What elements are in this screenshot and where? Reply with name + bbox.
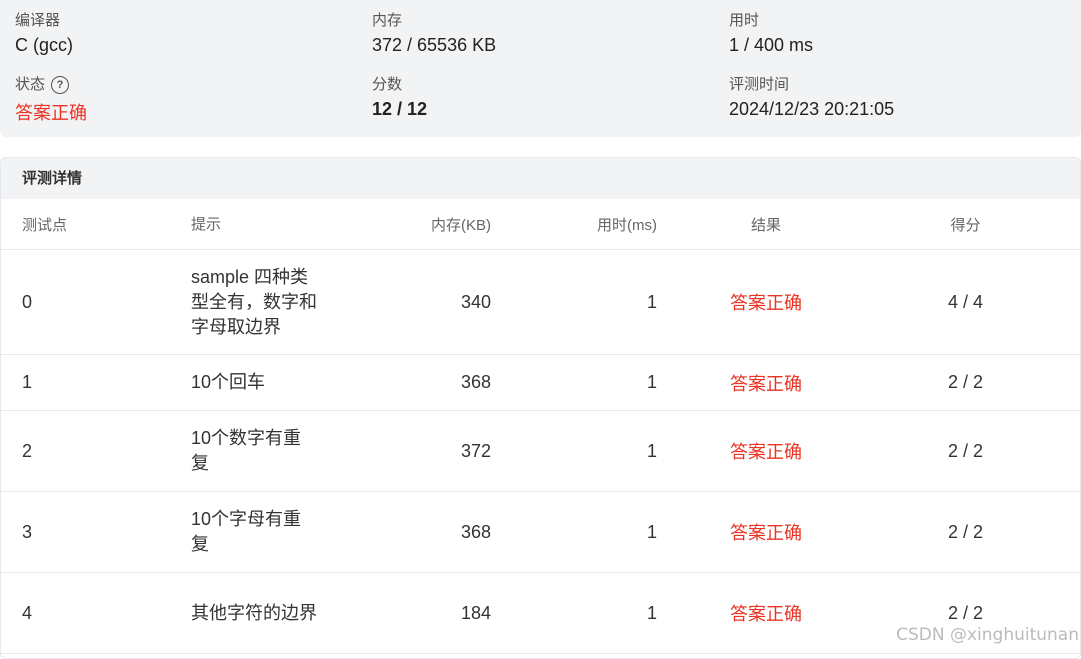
testcase-score: 2 / 2 xyxy=(851,411,1080,492)
column-header-time: 用时(ms) xyxy=(511,199,681,250)
column-header-testcase: 测试点 xyxy=(1,199,181,250)
testcase-memory: 368 xyxy=(361,492,511,573)
judge-time-value: 2024/12/23 20:21:05 xyxy=(729,99,894,120)
testcase-id: 1 xyxy=(1,355,181,411)
judge-detail-table: 测试点 提示 内存(KB) 用时(ms) 结果 得分 0 sample 四种类型… xyxy=(1,199,1080,654)
memory-value: 372 / 65536 KB xyxy=(372,35,496,56)
testcase-id: 3 xyxy=(1,492,181,573)
testcase-hint-cell: 其他字符的边界 xyxy=(181,573,361,654)
table-row: 0 sample 四种类型全有，数字和字母取边界 340 1 答案正确 4 / … xyxy=(1,250,1080,355)
testcase-id: 2 xyxy=(1,411,181,492)
status-label: 状态 xyxy=(15,76,45,93)
testcase-hint: sample 四种类型全有，数字和字母取边界 xyxy=(191,265,317,340)
testcase-score: 2 / 2 xyxy=(851,355,1080,411)
testcase-hint-cell: 10个回车 xyxy=(181,355,361,411)
testcase-hint: 10个数字有重复 xyxy=(191,426,317,476)
testcase-hint-cell: 10个数字有重复 xyxy=(181,411,361,492)
status-value: 答案正确 xyxy=(15,99,87,125)
testcase-time: 1 xyxy=(511,411,681,492)
testcase-memory: 340 xyxy=(361,250,511,355)
testcase-result: 答案正确 xyxy=(681,411,851,492)
testcase-hint-cell: 10个字母有重复 xyxy=(181,492,361,573)
testcase-hint: 其他字符的边界 xyxy=(191,601,317,626)
testcase-hint: 10个回车 xyxy=(191,370,317,395)
watermark: CSDN @xinghuitunan xyxy=(896,625,1079,645)
score-label: 分数 xyxy=(372,73,402,94)
testcase-result: 答案正确 xyxy=(681,573,851,654)
judge-time-label: 评测时间 xyxy=(729,73,789,94)
testcase-result: 答案正确 xyxy=(681,355,851,411)
testcase-memory: 372 xyxy=(361,411,511,492)
column-header-hint: 提示 xyxy=(181,199,361,250)
testcase-time: 1 xyxy=(511,355,681,411)
compiler-value: C (gcc) xyxy=(15,35,73,56)
testcase-score: 2 / 2 xyxy=(851,492,1080,573)
judge-detail-title: 评测详情 xyxy=(1,158,1080,199)
table-row: 2 10个数字有重复 372 1 答案正确 2 / 2 xyxy=(1,411,1080,492)
column-header-score: 得分 xyxy=(851,199,1080,250)
compiler-label: 编译器 xyxy=(15,9,60,30)
testcase-memory: 368 xyxy=(361,355,511,411)
testcase-time: 1 xyxy=(511,492,681,573)
memory-label: 内存 xyxy=(372,9,402,30)
column-header-result: 结果 xyxy=(681,199,851,250)
column-header-memory: 内存(KB) xyxy=(361,199,511,250)
submission-summary-panel: 编译器 C (gcc) 内存 372 / 65536 KB 用时 1 / 400… xyxy=(0,0,1081,137)
score-value: 12 / 12 xyxy=(372,99,427,120)
judge-detail-panel: 评测详情 测试点 提示 内存(KB) 用时(ms) 结果 得分 0 sample… xyxy=(0,157,1081,659)
testcase-hint-cell: sample 四种类型全有，数字和字母取边界 xyxy=(181,250,361,355)
testcase-memory: 184 xyxy=(361,573,511,654)
testcase-id: 4 xyxy=(1,573,181,654)
time-value: 1 / 400 ms xyxy=(729,35,813,56)
testcase-time: 1 xyxy=(511,250,681,355)
testcase-id: 0 xyxy=(1,250,181,355)
testcase-score: 4 / 4 xyxy=(851,250,1080,355)
table-header-row: 测试点 提示 内存(KB) 用时(ms) 结果 得分 xyxy=(1,199,1080,250)
testcase-result: 答案正确 xyxy=(681,250,851,355)
testcase-time: 1 xyxy=(511,573,681,654)
testcase-result: 答案正确 xyxy=(681,492,851,573)
status-label-group: 状态? xyxy=(15,73,69,94)
table-row: 3 10个字母有重复 368 1 答案正确 2 / 2 xyxy=(1,492,1080,573)
time-label: 用时 xyxy=(729,9,759,30)
help-icon[interactable]: ? xyxy=(51,76,69,94)
testcase-hint: 10个字母有重复 xyxy=(191,507,317,557)
table-row: 1 10个回车 368 1 答案正确 2 / 2 xyxy=(1,355,1080,411)
